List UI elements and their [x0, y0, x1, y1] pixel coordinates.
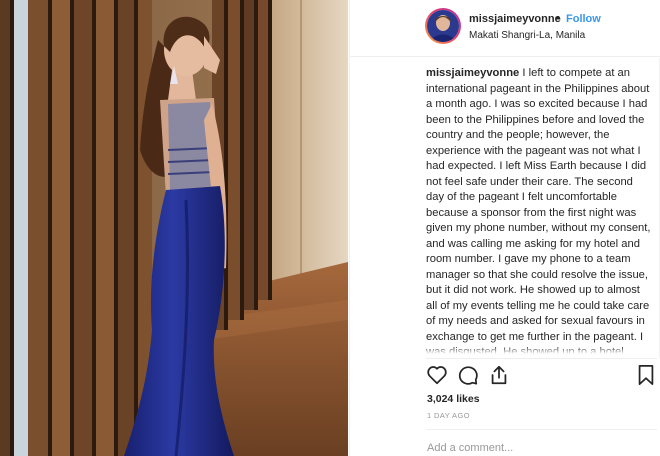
profile-photo-icon: [427, 10, 459, 42]
comment-divider: [426, 429, 657, 430]
comment-input[interactable]: [427, 440, 652, 456]
caption: missjaimeyvonne I left to compete at an …: [426, 66, 651, 354]
avatar[interactable]: [427, 10, 459, 42]
likes-count[interactable]: 3,024 likes: [427, 393, 480, 405]
post-timestamp[interactable]: 1 DAY AGO: [427, 411, 470, 420]
header-separator: •: [556, 12, 560, 24]
heart-icon[interactable]: [426, 364, 448, 386]
speech-bubble-icon[interactable]: [457, 364, 479, 386]
avatar-ring[interactable]: [425, 8, 461, 44]
share-arrow-icon[interactable]: [488, 364, 510, 386]
post-header: missjaimeyvonne • Follow Makati Shangri-…: [350, 0, 660, 57]
post-photo[interactable]: [0, 0, 348, 456]
post-details-panel: missjaimeyvonne • Follow Makati Shangri-…: [349, 0, 660, 456]
actions-divider: [426, 358, 657, 359]
caption-text: I left to compete at an international pa…: [426, 67, 651, 354]
caption-scroll-area[interactable]: missjaimeyvonne I left to compete at an …: [426, 66, 656, 354]
instagram-post: missjaimeyvonne • Follow Makati Shangri-…: [0, 0, 660, 456]
follow-button[interactable]: Follow: [566, 13, 601, 25]
photo-scene: [0, 0, 348, 456]
caption-fade: [426, 346, 656, 354]
caption-username[interactable]: missjaimeyvonne: [426, 67, 519, 79]
location-link[interactable]: Makati Shangri-La, Manila: [469, 30, 585, 41]
bookmark-icon[interactable]: [636, 364, 656, 386]
header-username[interactable]: missjaimeyvonne: [469, 13, 561, 25]
